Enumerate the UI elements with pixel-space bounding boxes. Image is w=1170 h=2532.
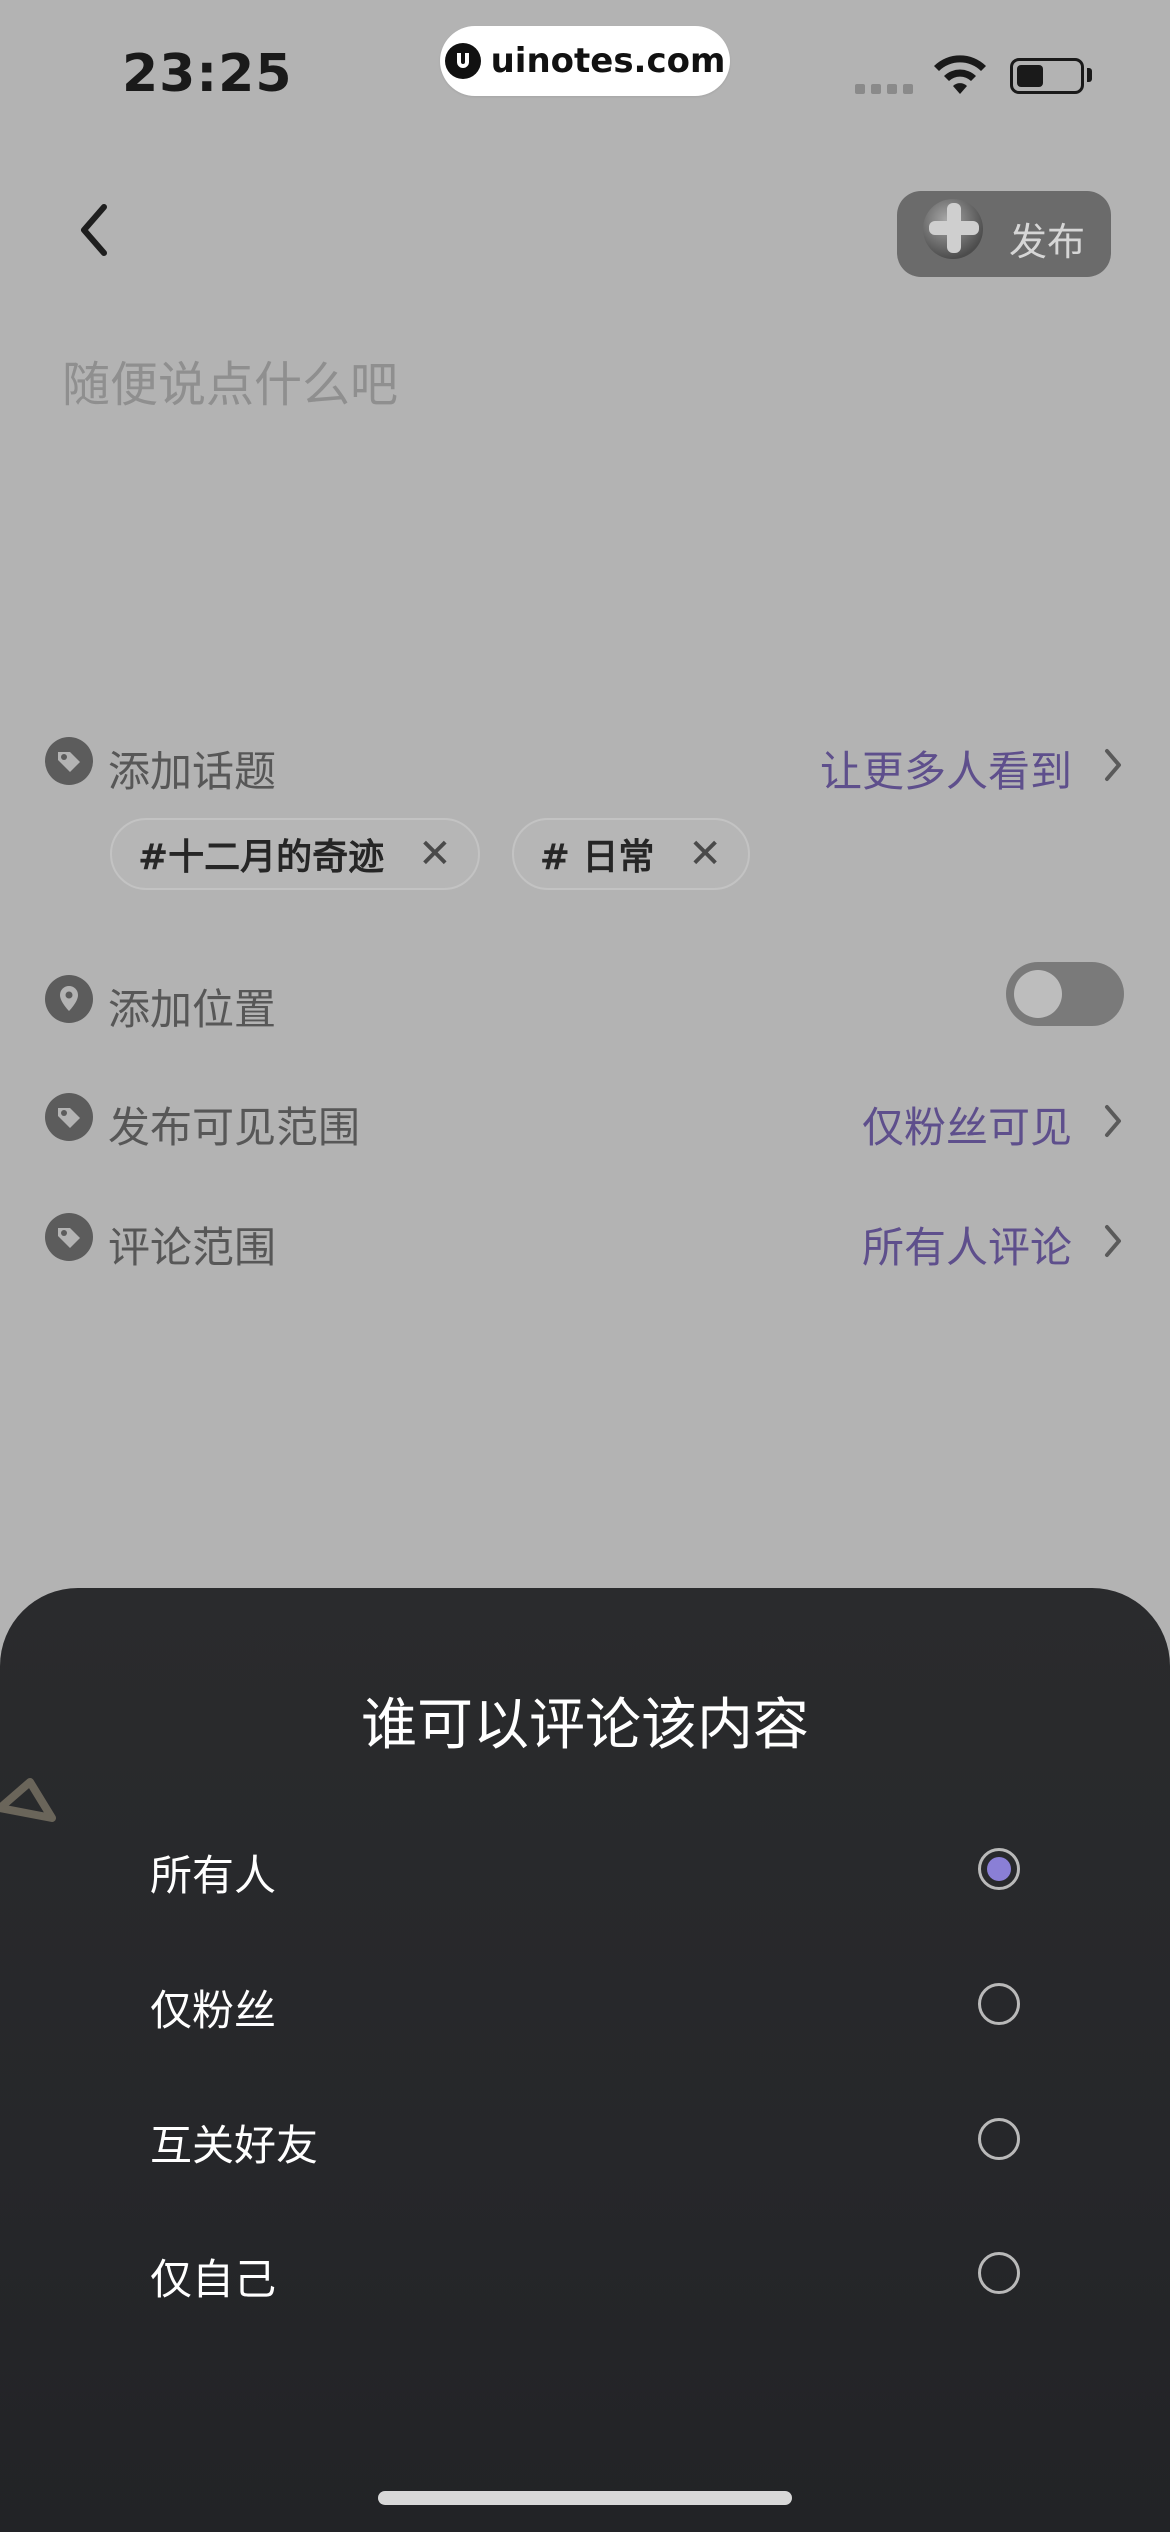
wifi-icon: [934, 55, 986, 94]
radio-selected[interactable]: [978, 1848, 1020, 1890]
option-everyone[interactable]: 所有人: [150, 1832, 1020, 1912]
comment-permission-sheet: 谁可以评论该内容 所有人 仅粉丝 互关好友 仅自己: [0, 1588, 1170, 2532]
sheet-title: 谁可以评论该内容: [361, 1693, 809, 1758]
location-toggle[interactable]: [1006, 962, 1124, 1026]
radio[interactable]: [978, 2252, 1020, 2294]
tag-icon: [45, 1213, 93, 1261]
topic-chip[interactable]: #十二月的奇迹 ✕: [110, 818, 480, 890]
option-fans-only[interactable]: 仅粉丝: [150, 1967, 1020, 2047]
tag-icon: [45, 1093, 93, 1141]
battery-tip: [1087, 68, 1092, 82]
visibility-label: 发布可见范围: [108, 1103, 361, 1152]
plus-icon: [923, 199, 983, 259]
topic-chip[interactable]: # 日常 ✕: [511, 818, 750, 890]
close-icon[interactable]: ✕: [688, 834, 722, 874]
option-label: 仅粉丝: [150, 1986, 277, 2035]
publish-button[interactable]: 发布: [897, 191, 1111, 277]
close-icon[interactable]: ✕: [418, 834, 452, 874]
comment-range-label: 评论范围: [108, 1223, 277, 1272]
decorative-triangle-icon: [0, 1778, 56, 1822]
status-time: 23:25: [122, 44, 293, 104]
chevron-right-icon: [1105, 749, 1121, 781]
topic-chip-label: # 日常: [539, 837, 655, 878]
url-pill: uinotes.com: [440, 26, 730, 96]
topic-chips: #十二月的奇迹 ✕ # 日常 ✕: [110, 818, 750, 894]
add-topic-row[interactable]: 添加话题 让更多人看到: [44, 724, 1124, 804]
post-compose-screen: 23:25 uinotes.com 发布 随便说点什么吧 添加话题 让更多人看到…: [0, 0, 1170, 2532]
comment-range-row[interactable]: 评论范围 所有人评论: [44, 1200, 1124, 1280]
battery-icon: [1010, 58, 1084, 94]
option-label: 所有人: [150, 1851, 277, 1900]
add-topic-label: 添加话题: [108, 747, 277, 796]
chevron-right-icon: [1105, 1105, 1121, 1137]
option-label: 仅自己: [150, 2255, 277, 2304]
option-mutual-friends[interactable]: 互关好友: [150, 2102, 1020, 2182]
visibility-value: 仅粉丝可见: [861, 1103, 1072, 1152]
radio[interactable]: [978, 2118, 1020, 2160]
cellular-signal-icon: [855, 84, 913, 94]
tag-icon: [45, 737, 93, 785]
add-topic-hint: 让更多人看到: [819, 747, 1072, 796]
comment-range-value: 所有人评论: [861, 1223, 1072, 1272]
back-arrow-icon[interactable]: [70, 195, 120, 265]
radio[interactable]: [978, 1983, 1020, 2025]
add-location-row: 添加位置: [44, 962, 1124, 1042]
topic-chip-label: #十二月的奇迹: [138, 837, 385, 878]
visibility-row[interactable]: 发布可见范围 仅粉丝可见: [44, 1080, 1124, 1160]
option-only-me[interactable]: 仅自己: [150, 2236, 1020, 2316]
publish-label: 发布: [1009, 220, 1086, 264]
option-label: 互关好友: [150, 2121, 319, 2170]
compose-input[interactable]: 随便说点什么吧: [62, 345, 398, 415]
add-location-label: 添加位置: [108, 985, 277, 1034]
url-text: uinotes.com: [490, 41, 726, 81]
location-pin-icon: [45, 975, 93, 1023]
home-indicator: [378, 2491, 792, 2505]
site-logo-icon: [444, 43, 481, 79]
chevron-right-icon: [1105, 1225, 1121, 1257]
